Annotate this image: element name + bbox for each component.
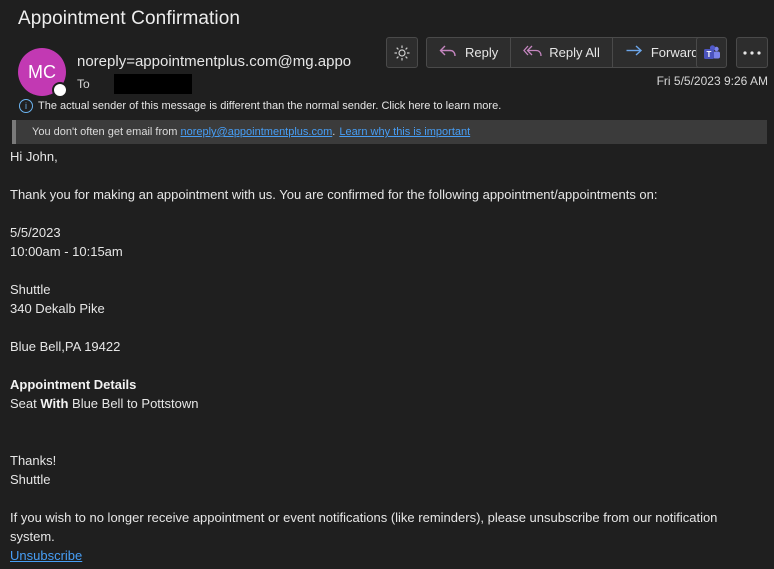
forward-icon xyxy=(625,44,643,61)
external-sender-warning: You don't often get email from noreply@a… xyxy=(12,120,767,144)
forward-button[interactable]: Forward xyxy=(611,38,710,67)
sender-info-text: The actual sender of this message is dif… xyxy=(38,100,502,112)
email-body: Hi John, Thank you for making an appoint… xyxy=(10,147,765,565)
details-line: Seat With Blue Bell to Pottstown xyxy=(10,394,765,413)
forward-label: Forward xyxy=(650,45,699,60)
to-label: To xyxy=(77,77,90,91)
signoff-text: Shuttle xyxy=(10,472,51,487)
unsubscribe-text: If you wish to no longer receive appoint… xyxy=(10,510,718,544)
appointment-time: 10:00am - 10:15am xyxy=(10,244,123,259)
details-suffix: Blue Bell to Pottstown xyxy=(68,396,199,411)
address-line-2: Blue Bell,PA 19422 xyxy=(10,339,121,354)
info-icon: i xyxy=(19,99,33,113)
sun-icon xyxy=(394,45,410,61)
details-heading: Appointment Details xyxy=(10,377,137,392)
received-date: Fri 5/5/2023 9:26 AM xyxy=(656,74,768,88)
warning-sender-link[interactable]: noreply@appointmentplus.com xyxy=(180,126,332,138)
reply-all-button[interactable]: Reply All xyxy=(510,38,612,67)
teams-icon: T xyxy=(703,44,721,62)
details-bold: With xyxy=(40,396,69,411)
to-row: To xyxy=(77,74,192,94)
svg-text:T: T xyxy=(706,50,711,59)
reply-icon xyxy=(439,44,457,61)
learn-why-link[interactable]: Learn why this is important xyxy=(339,126,470,138)
reply-button[interactable]: Reply xyxy=(427,38,510,67)
warning-prefix: You don't often get email from xyxy=(32,126,181,138)
unsubscribe-link[interactable]: Unsubscribe xyxy=(10,548,82,563)
address-line-1: 340 Dekalb Pike xyxy=(10,301,105,316)
intro-text: Thank you for making an appointment with… xyxy=(10,187,658,202)
presence-indicator xyxy=(52,82,68,98)
reply-button-group: Reply Reply All Forward xyxy=(426,37,711,68)
reply-label: Reply xyxy=(465,45,499,60)
warning-period: . xyxy=(332,126,336,138)
more-icon xyxy=(743,50,761,55)
thanks-text: Thanks! xyxy=(10,453,57,468)
reply-all-label: Reply All xyxy=(549,45,600,60)
sender-address[interactable]: noreply=appointmentplus.com@mg.appo xyxy=(77,53,362,70)
redacted-recipient xyxy=(113,74,192,94)
appointment-date: 5/5/2023 xyxy=(10,225,61,240)
more-actions-button[interactable] xyxy=(736,37,768,68)
details-prefix: Seat xyxy=(10,396,41,411)
email-subject: Appointment Confirmation xyxy=(18,8,241,29)
teams-button[interactable]: T xyxy=(696,37,727,68)
theme-toggle-button[interactable] xyxy=(386,37,418,68)
avatar-initials: MC xyxy=(28,61,56,82)
greeting: Hi John, xyxy=(10,149,58,164)
location-name: Shuttle xyxy=(10,282,51,297)
sender-info-notice[interactable]: i The actual sender of this message is d… xyxy=(19,99,501,113)
reply-all-icon xyxy=(523,44,543,61)
